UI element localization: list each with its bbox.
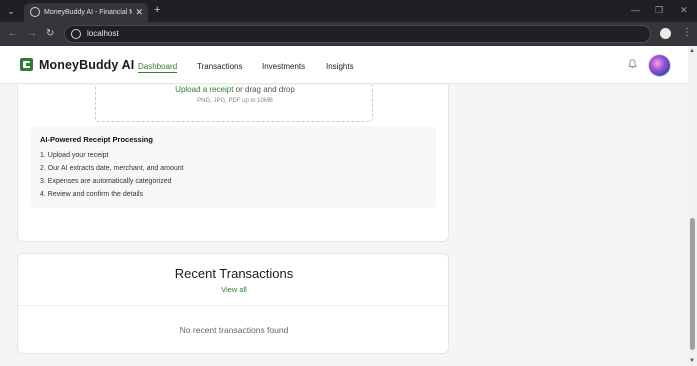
user-avatar[interactable] [648, 54, 671, 77]
tab-title: MoneyBuddy AI - Financial Ma [44, 9, 132, 16]
info-title: AI-Powered Receipt Processing [40, 135, 153, 144]
browser-tab[interactable]: MoneyBuddy AI - Financial Ma ✕ [24, 3, 148, 22]
receipt-dropzone[interactable]: Upload a receipt or drag and drop PNG, J… [95, 85, 373, 122]
nav-insights[interactable]: Insights [326, 61, 354, 72]
info-step: 3. Expenses are automatically categorize… [40, 178, 172, 185]
restore-button[interactable]: ❐ [655, 4, 663, 16]
nav-investments[interactable]: Investments [262, 61, 305, 72]
info-step: 1. Upload your receipt [40, 152, 109, 159]
info-step: 2. Our AI extracts date, merchant, and a… [40, 165, 184, 172]
site-info-icon[interactable] [71, 29, 81, 39]
bell-icon[interactable] [628, 59, 637, 69]
nav-transactions[interactable]: Transactions [197, 61, 243, 72]
brand-name[interactable]: MoneyBuddy AI [39, 57, 134, 73]
app-header: MoneyBuddy AI Dashboard Transactions Inv… [0, 46, 688, 84]
drag-drop-text: or drag and drop [233, 85, 295, 94]
recent-transactions-card: Recent Transactions View all No recent t… [17, 253, 449, 354]
globe-icon [30, 7, 40, 17]
address-bar[interactable]: localhost [64, 25, 651, 43]
window-close-button[interactable]: ✕ [680, 4, 688, 16]
new-tab-button[interactable]: + [154, 4, 160, 16]
recent-transactions-title: Recent Transactions [174, 266, 294, 281]
dropzone-instructions: Upload a receipt or drag and drop [96, 85, 374, 95]
file-type-hint: PNG, JPG, PDF up to 10MB [197, 98, 273, 104]
tab-search-button[interactable]: ⌄ [5, 5, 17, 17]
scroll-up-arrow-icon[interactable]: ▲ [689, 48, 695, 54]
page-scrollbar[interactable]: ▲ ▼ [688, 46, 697, 366]
view-all-link[interactable]: View all [18, 285, 450, 295]
url-text[interactable]: localhost [87, 28, 119, 40]
scroll-down-arrow-icon[interactable]: ▼ [689, 358, 695, 364]
browser-tab-strip: ⌄ MoneyBuddy AI - Financial Ma ✕ + — ❐ ✕ [0, 0, 697, 22]
minimize-button[interactable]: — [631, 4, 640, 16]
nav-dashboard[interactable]: Dashboard [138, 61, 178, 73]
profile-icon[interactable] [660, 28, 671, 39]
empty-state-message: No recent transactions found [179, 325, 289, 335]
info-step: 4. Review and confirm the details [40, 191, 144, 198]
wallet-logo-icon [20, 58, 33, 71]
back-button[interactable]: ← [8, 27, 18, 40]
main-content: Upload a receipt or drag and drop PNG, J… [0, 85, 688, 366]
reload-button[interactable]: ↻ [46, 27, 54, 40]
scroll-thumb[interactable] [690, 218, 695, 350]
browser-toolbar: ← → ↻ localhost ⋮ [0, 22, 697, 46]
tab-close-icon[interactable]: ✕ [135, 6, 143, 18]
receipt-upload-card: Upload a receipt or drag and drop PNG, J… [17, 85, 449, 242]
ai-processing-info: AI-Powered Receipt Processing 1. Upload … [31, 126, 436, 208]
forward-button[interactable]: → [27, 27, 37, 40]
divider [18, 305, 448, 306]
upload-receipt-link[interactable]: Upload a receipt [175, 85, 233, 94]
browser-menu-button[interactable]: ⋮ [682, 27, 692, 39]
